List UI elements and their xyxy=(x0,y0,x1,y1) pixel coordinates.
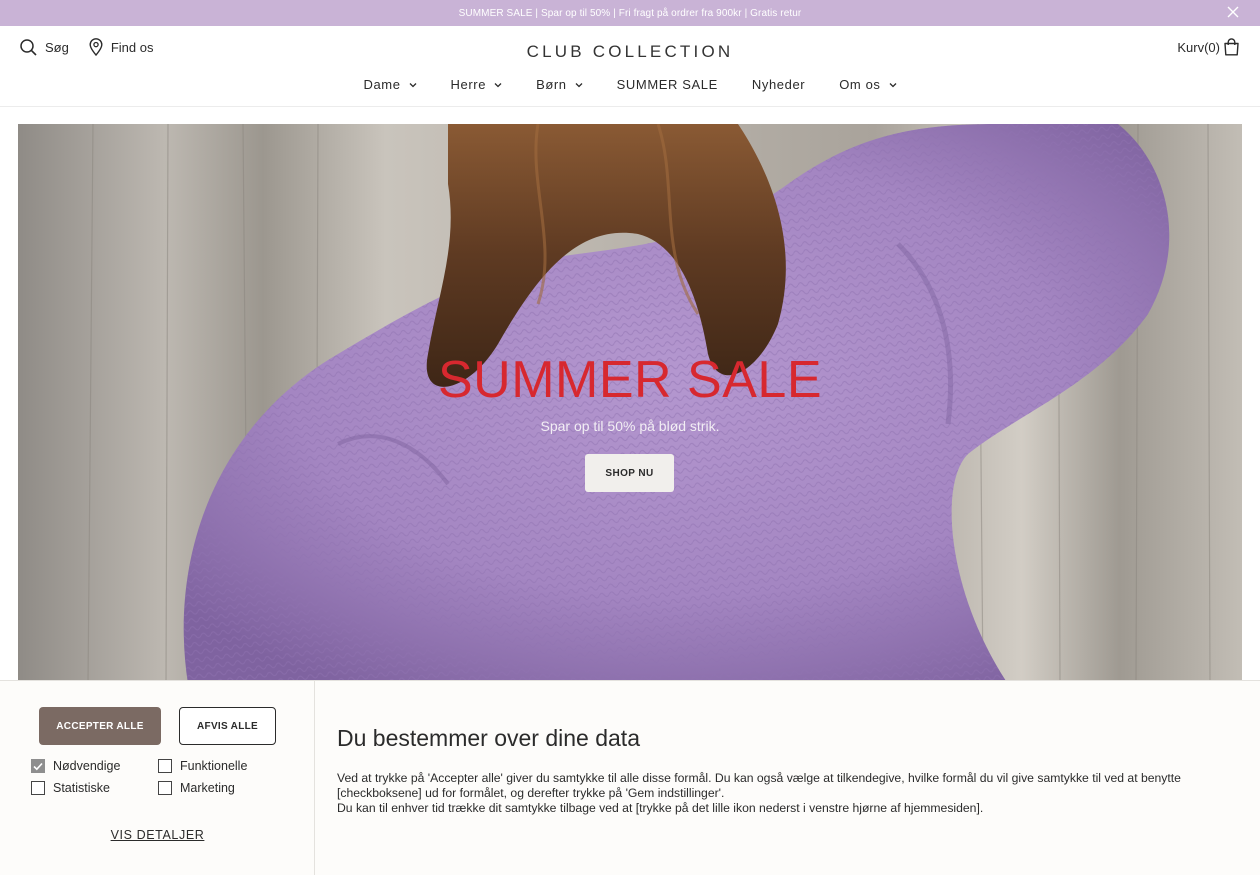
checkbox-statistics[interactable]: Statistiske xyxy=(31,781,110,795)
chevron-down-icon xyxy=(409,82,417,87)
nav-label: Dame xyxy=(363,77,401,92)
nav-item-born[interactable]: Børn xyxy=(519,77,600,92)
checkbox-label: Marketing xyxy=(180,781,235,795)
consent-text-paragraph: Du kan til enhver tid trække dit samtykk… xyxy=(337,801,984,815)
cart-label: Kurv(0) xyxy=(1177,39,1220,55)
shop-now-button[interactable]: SHOP NU xyxy=(585,454,674,492)
site-logo[interactable]: CLUB COLLECTION xyxy=(0,42,1260,62)
hero-banner[interactable]: SUMMER SALE Spar op til 50% på blød stri… xyxy=(18,124,1242,684)
nav-item-nyheder[interactable]: Nyheder xyxy=(735,77,822,92)
checkbox-label: Funktionelle xyxy=(180,759,248,773)
nav-label: Nyheder xyxy=(751,77,806,92)
cookie-consent-panel: ACCEPTER ALLE AFVIS ALLE Nødvendige Funk… xyxy=(0,680,1260,875)
nav-item-herre[interactable]: Herre xyxy=(434,77,520,92)
checkbox-label: Nødvendige xyxy=(53,759,121,773)
nav-label: Om os xyxy=(839,77,881,92)
checkbox-box xyxy=(158,781,172,795)
accept-all-button[interactable]: ACCEPTER ALLE xyxy=(39,707,161,745)
nav-item-om-os[interactable]: Om os xyxy=(822,77,913,92)
consent-text-paragraph: Ved at trykke på 'Accepter alle' giver d… xyxy=(337,771,1181,800)
checkbox-box xyxy=(158,759,172,773)
consent-controls: ACCEPTER ALLE AFVIS ALLE Nødvendige Funk… xyxy=(0,681,315,875)
checkbox-label: Statistiske xyxy=(53,781,110,795)
shopping-bag-icon xyxy=(1224,38,1239,56)
consent-title: Du bestemmer over dine data xyxy=(337,725,640,751)
site-header: Søg Find os CLUB COLLECTION Kurv(0) Dame… xyxy=(0,26,1260,107)
nav-label: Herre xyxy=(450,77,487,92)
nav-label: SUMMER SALE xyxy=(616,77,718,92)
checkbox-box xyxy=(31,781,45,795)
chevron-down-icon xyxy=(575,82,583,87)
checkbox-functional[interactable]: Funktionelle xyxy=(158,759,247,773)
show-details-link[interactable]: VIS DETALJER xyxy=(0,828,315,842)
reject-all-button[interactable]: AFVIS ALLE xyxy=(179,707,276,745)
nav-item-dame[interactable]: Dame xyxy=(346,77,433,92)
hero-subtitle: Spar op til 50% på blød strik. xyxy=(540,418,720,434)
announcement-bar: SUMMER SALE | Spar op til 50% | Fri frag… xyxy=(0,0,1260,26)
chevron-down-icon xyxy=(889,82,896,87)
checkbox-marketing[interactable]: Marketing xyxy=(158,781,235,795)
close-icon[interactable] xyxy=(1226,5,1240,19)
chevron-down-icon xyxy=(494,82,502,87)
consent-description: Ved at trykke på 'Accepter alle' giver d… xyxy=(337,771,1227,816)
checkbox-checked-icon xyxy=(31,759,45,773)
announcement-text: SUMMER SALE | Spar op til 50% | Fri frag… xyxy=(458,7,802,19)
main-nav: Dame Herre Børn SUMMER SALE Nyheder Om o… xyxy=(0,77,1260,92)
hero-title: SUMMER SALE xyxy=(437,351,823,409)
checkbox-necessary[interactable]: Nødvendige xyxy=(31,759,120,773)
nav-label: Børn xyxy=(536,77,567,92)
nav-item-summer-sale[interactable]: SUMMER SALE xyxy=(600,77,735,92)
cart-link[interactable]: Kurv(0) xyxy=(1177,38,1240,56)
